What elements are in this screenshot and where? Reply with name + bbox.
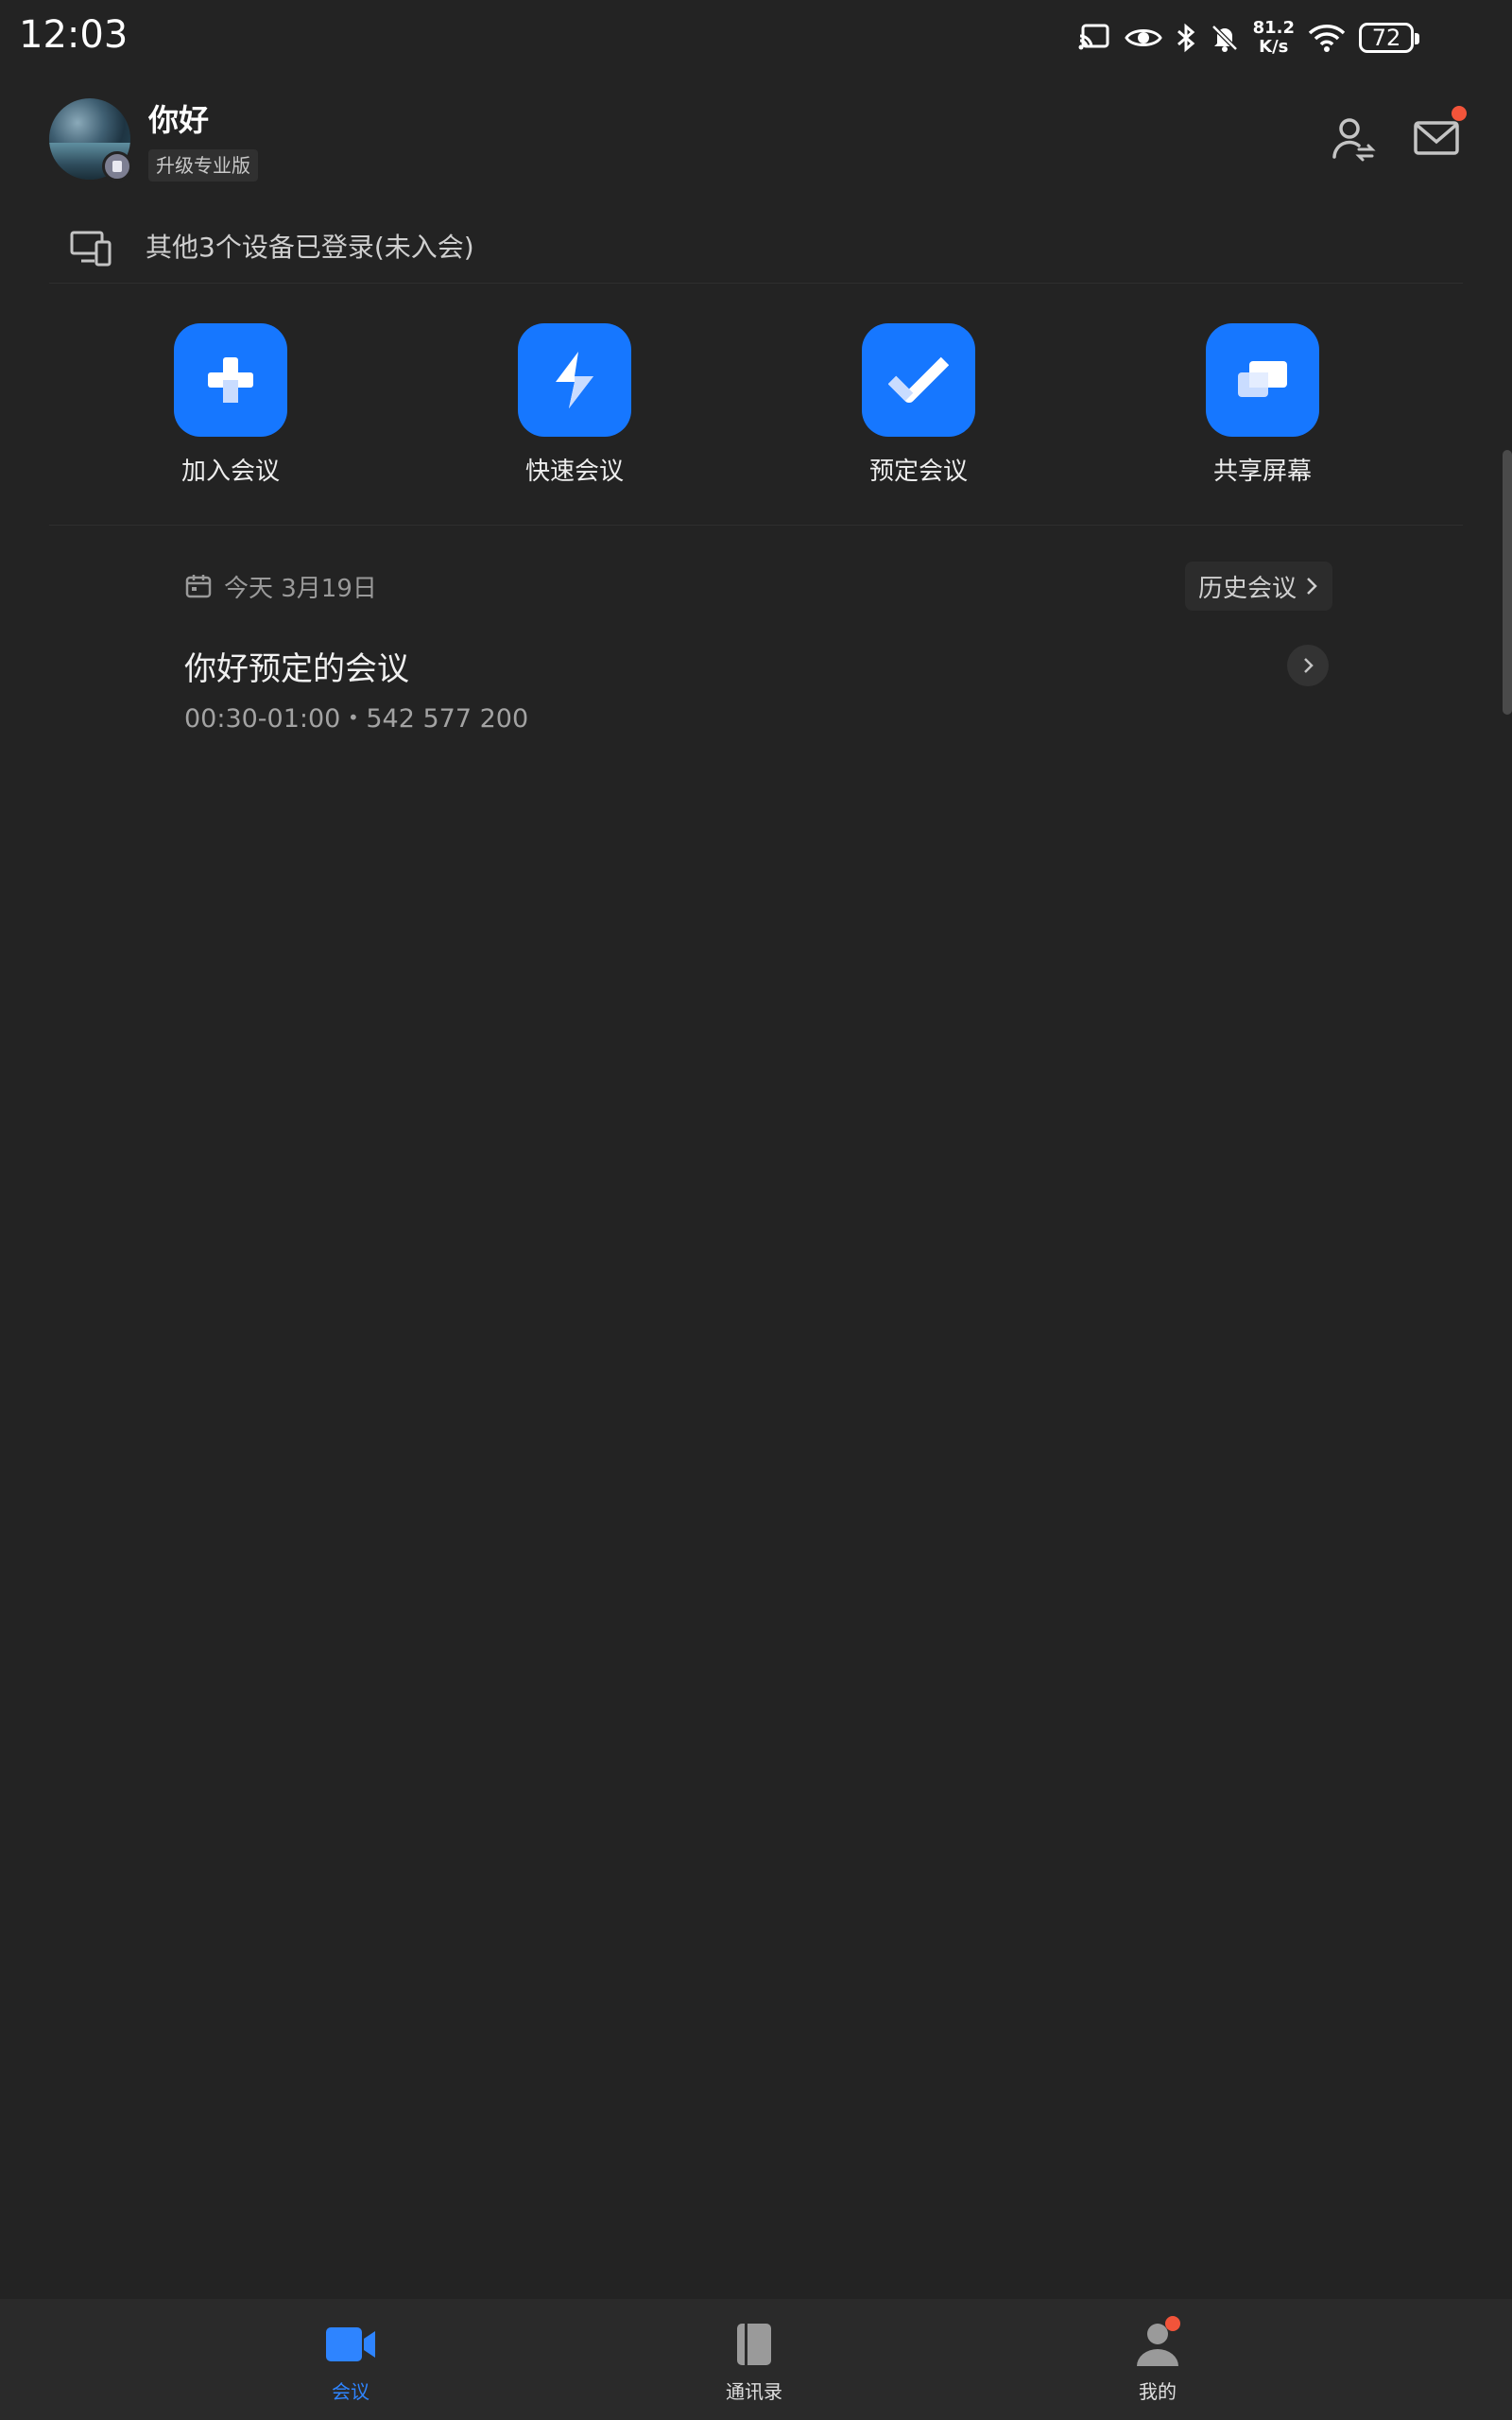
- nav-meetings-label: 会议: [332, 2380, 369, 2403]
- net-speed-value: 81.2: [1252, 18, 1295, 38]
- account-badge-icon: [102, 151, 132, 182]
- video-icon: [322, 2320, 379, 2369]
- person-icon: [1129, 2316, 1186, 2369]
- eye-icon: [1124, 29, 1162, 46]
- battery-level: 72: [1371, 25, 1401, 51]
- user-name[interactable]: 你好: [148, 96, 209, 140]
- bluetooth-icon: [1177, 23, 1194, 53]
- date-label: 今天 3月19日: [224, 574, 377, 603]
- plus-icon: [174, 323, 287, 437]
- history-label: 历史会议: [1198, 574, 1297, 603]
- quick-meeting-label: 快速会议: [524, 458, 624, 486]
- wifi-icon: [1308, 25, 1346, 52]
- scrollbar[interactable]: [1503, 450, 1512, 715]
- meeting-detail-button[interactable]: [1287, 645, 1329, 686]
- net-speed-unit: K/s: [1259, 37, 1289, 57]
- contacts-switch-icon[interactable]: [1327, 112, 1380, 164]
- share-screen-button[interactable]: 共享屏幕: [1177, 323, 1348, 487]
- status-bar: 12:03 81.2 K/s 72: [0, 0, 1512, 76]
- devices-icon: [70, 231, 112, 267]
- quick-meeting-button[interactable]: 快速会议: [490, 323, 660, 487]
- nav-meetings[interactable]: 会议: [275, 2320, 426, 2404]
- nav-me[interactable]: 我的: [1082, 2316, 1233, 2404]
- schedule-meeting-label: 预定会议: [868, 458, 968, 486]
- nav-contacts[interactable]: 通讯录: [679, 2320, 830, 2404]
- mail-notification-dot: [1452, 106, 1467, 121]
- upgrade-button[interactable]: 升级专业版: [148, 149, 258, 182]
- schedule-meeting-button[interactable]: 预定会议: [833, 323, 1004, 487]
- devices-notice[interactable]: 其他3个设备已登录(未入会): [49, 217, 1463, 284]
- history-meetings-button[interactable]: 历史会议: [1185, 562, 1333, 611]
- contacts-book-icon: [726, 2320, 782, 2369]
- chevron-right-icon: [1304, 658, 1314, 673]
- quick-actions: 加入会议 快速会议 预定会议 共享屏幕: [49, 284, 1463, 526]
- battery-icon: 72: [1359, 23, 1419, 53]
- status-time: 12:03: [19, 13, 129, 57]
- mute-icon: [1211, 25, 1238, 52]
- date-header: 今天 3月19日: [184, 567, 377, 605]
- bottom-nav: 会议 通讯录 我的: [0, 2299, 1512, 2420]
- app-screen: 12:03 81.2 K/s 72 你好 升级专业版 其他3个设备已登录(未入会…: [0, 0, 1512, 2420]
- nav-me-notification-dot: [1165, 2316, 1180, 2331]
- devices-notice-text: 其他3个设备已登录(未入会): [146, 232, 474, 263]
- lightning-icon: [518, 323, 631, 437]
- chevron-right-icon: [1307, 578, 1317, 595]
- join-meeting-button[interactable]: 加入会议: [146, 323, 316, 487]
- join-meeting-label: 加入会议: [180, 458, 280, 486]
- nav-me-label: 我的: [1139, 2380, 1177, 2403]
- share-screen-label: 共享屏幕: [1212, 458, 1312, 486]
- cast-icon: [1078, 24, 1109, 50]
- status-icons: 81.2 K/s 72: [1077, 17, 1419, 59]
- meeting-title[interactable]: 你好预定的会议: [184, 643, 409, 689]
- share-screen-icon: [1206, 323, 1319, 437]
- meeting-meta: 00:30-01:00・542 577 200: [184, 704, 529, 734]
- check-icon: [862, 323, 975, 437]
- calendar-icon: [185, 575, 212, 598]
- nav-contacts-label: 通讯录: [726, 2380, 782, 2403]
- net-speed: 81.2 K/s: [1253, 19, 1295, 57]
